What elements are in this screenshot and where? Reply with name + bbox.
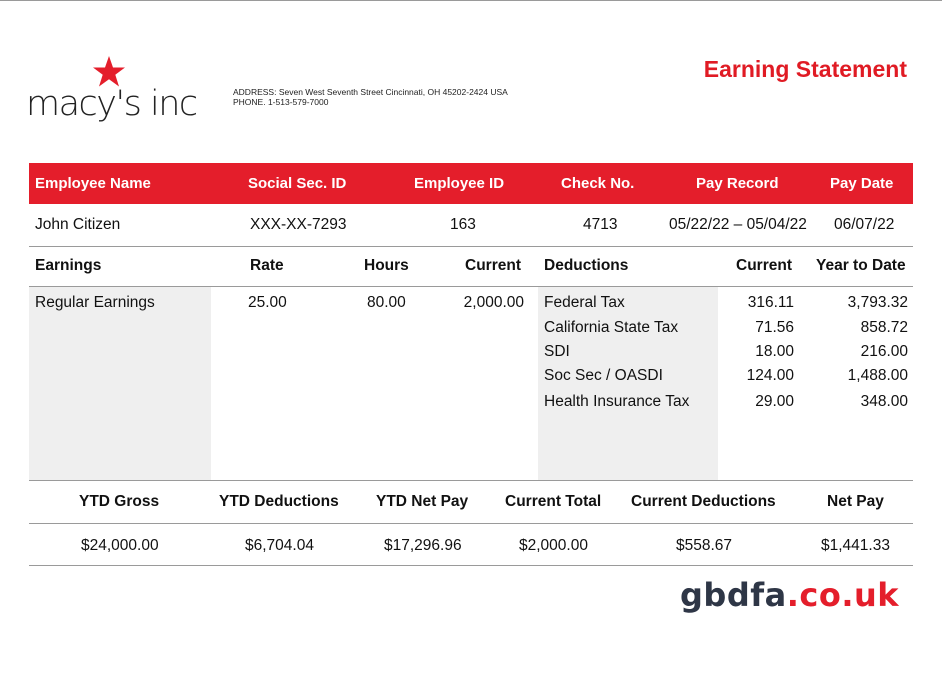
earnings-header: Earnings <box>35 257 102 274</box>
ytd-deductions-header: YTD Deductions <box>219 493 339 510</box>
deductions-header: Deductions <box>544 257 629 274</box>
deduction-current: 18.00 <box>755 343 794 360</box>
hours-header: Hours <box>364 257 409 274</box>
pay-record: 05/22/22 – 05/04/22 <box>669 216 807 233</box>
watermark: gbdfa.co.uk <box>680 576 899 614</box>
earnings-current-header: Current <box>465 257 521 274</box>
current-deductions-value: $558.67 <box>676 537 733 554</box>
address-line: ADDRESS: Seven West Seventh Street Cinci… <box>233 87 508 97</box>
deduction-current: 316.11 <box>747 294 794 311</box>
deduction-ytd: 1,488.00 <box>847 367 908 384</box>
header-employee-name: Employee Name <box>35 175 151 192</box>
earnings-shade-column <box>29 287 211 480</box>
ytd-net-pay-header: YTD Net Pay <box>376 493 469 510</box>
header-employee-id: Employee ID <box>414 175 505 192</box>
header-check-no: Check No. <box>561 175 635 192</box>
pay-date: 06/07/22 <box>834 216 895 233</box>
header-pay-date: Pay Date <box>830 175 894 192</box>
current-deductions-header: Current Deductions <box>631 493 776 510</box>
current-total-header: Current Total <box>505 493 602 510</box>
check-no: 4713 <box>583 216 618 233</box>
deduction-label: Health Insurance Tax <box>544 393 690 410</box>
divider <box>29 523 913 524</box>
deduction-label: SDI <box>544 343 570 360</box>
company-address: ADDRESS: Seven West Seventh Street Cinci… <box>233 87 508 107</box>
top-divider <box>0 0 942 1</box>
deduction-ytd: 216.00 <box>860 343 908 360</box>
ytd-gross-header: YTD Gross <box>79 493 160 510</box>
logo-wordmark: macy's inc <box>26 84 198 124</box>
watermark-domain: gbdfa <box>680 576 787 614</box>
deduction-current: 124.00 <box>746 367 794 384</box>
deduction-current: 29.00 <box>755 393 794 410</box>
deduction-ytd: 348.00 <box>860 393 908 410</box>
employee-header-bar: Employee Name Social Sec. ID Employee ID… <box>29 163 913 204</box>
divider <box>29 246 913 247</box>
deduction-label: Federal Tax <box>544 294 625 311</box>
net-pay-value: $1,441.33 <box>821 537 890 554</box>
social-sec-id: XXX-XX-7293 <box>250 216 347 233</box>
deduction-current: 71.56 <box>755 319 794 336</box>
net-pay-header: Net Pay <box>827 493 884 510</box>
deduction-ytd: 858.72 <box>860 319 908 336</box>
ytd-deductions-value: $6,704.04 <box>245 537 314 554</box>
divider <box>29 565 913 566</box>
earnings-label: Regular Earnings <box>35 294 155 311</box>
current-total-value: $2,000.00 <box>519 537 588 554</box>
year-to-date-header: Year to Date <box>816 257 906 274</box>
employee-id: 163 <box>450 216 476 233</box>
rate-header: Rate <box>250 257 284 274</box>
deduction-label: Soc Sec / OASDI <box>544 367 663 384</box>
earnings-rate: 25.00 <box>248 294 287 311</box>
earnings-current: 2,000.00 <box>463 294 524 311</box>
employee-name: John Citizen <box>35 216 121 233</box>
earnings-hours: 80.00 <box>367 294 406 311</box>
ytd-gross-value: $24,000.00 <box>81 537 159 554</box>
statement-title: Earning Statement <box>703 56 907 82</box>
deduction-ytd: 3,793.32 <box>847 294 908 311</box>
deduction-label: California State Tax <box>544 319 679 336</box>
ytd-net-pay-value: $17,296.96 <box>384 537 462 554</box>
company-logo: macy's inc <box>26 56 201 128</box>
deductions-current-header: Current <box>736 257 792 274</box>
phone-line: PHONE. 1-513-579-7000 <box>233 97 329 107</box>
header-social-sec-id: Social Sec. ID <box>248 175 347 192</box>
header-pay-record: Pay Record <box>696 175 779 192</box>
divider <box>29 480 913 481</box>
watermark-tld: .co.uk <box>786 576 900 614</box>
